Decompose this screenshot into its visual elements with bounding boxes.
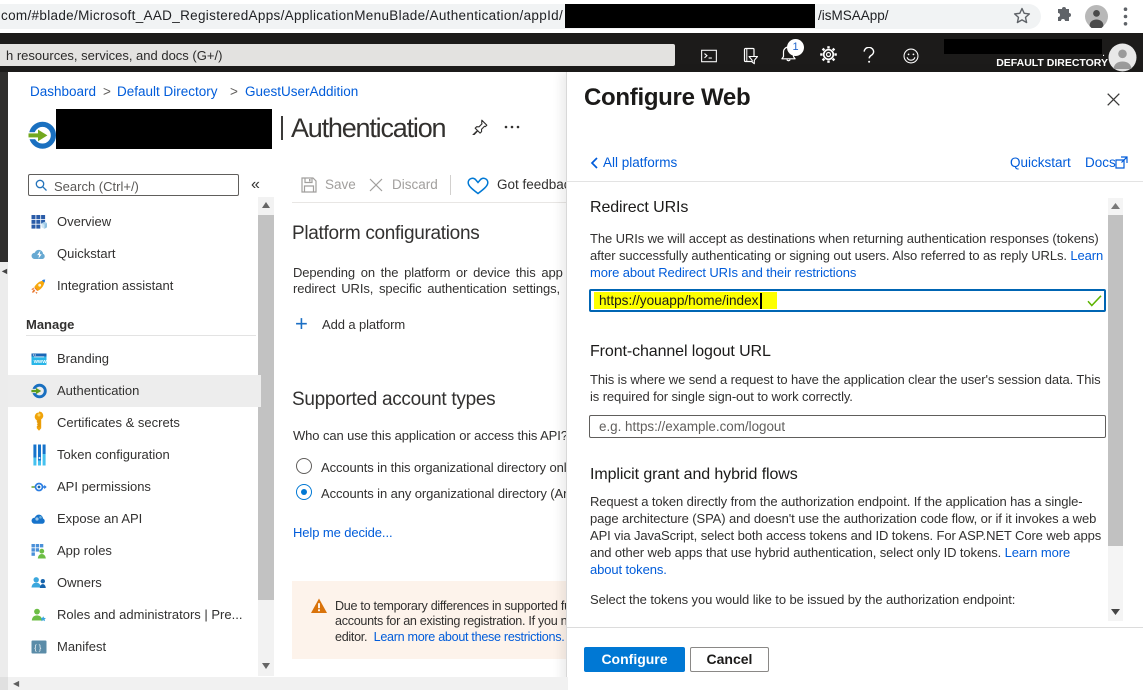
- svg-text:{ }: { }: [34, 643, 42, 652]
- svg-text:WWW: WWW: [34, 359, 47, 364]
